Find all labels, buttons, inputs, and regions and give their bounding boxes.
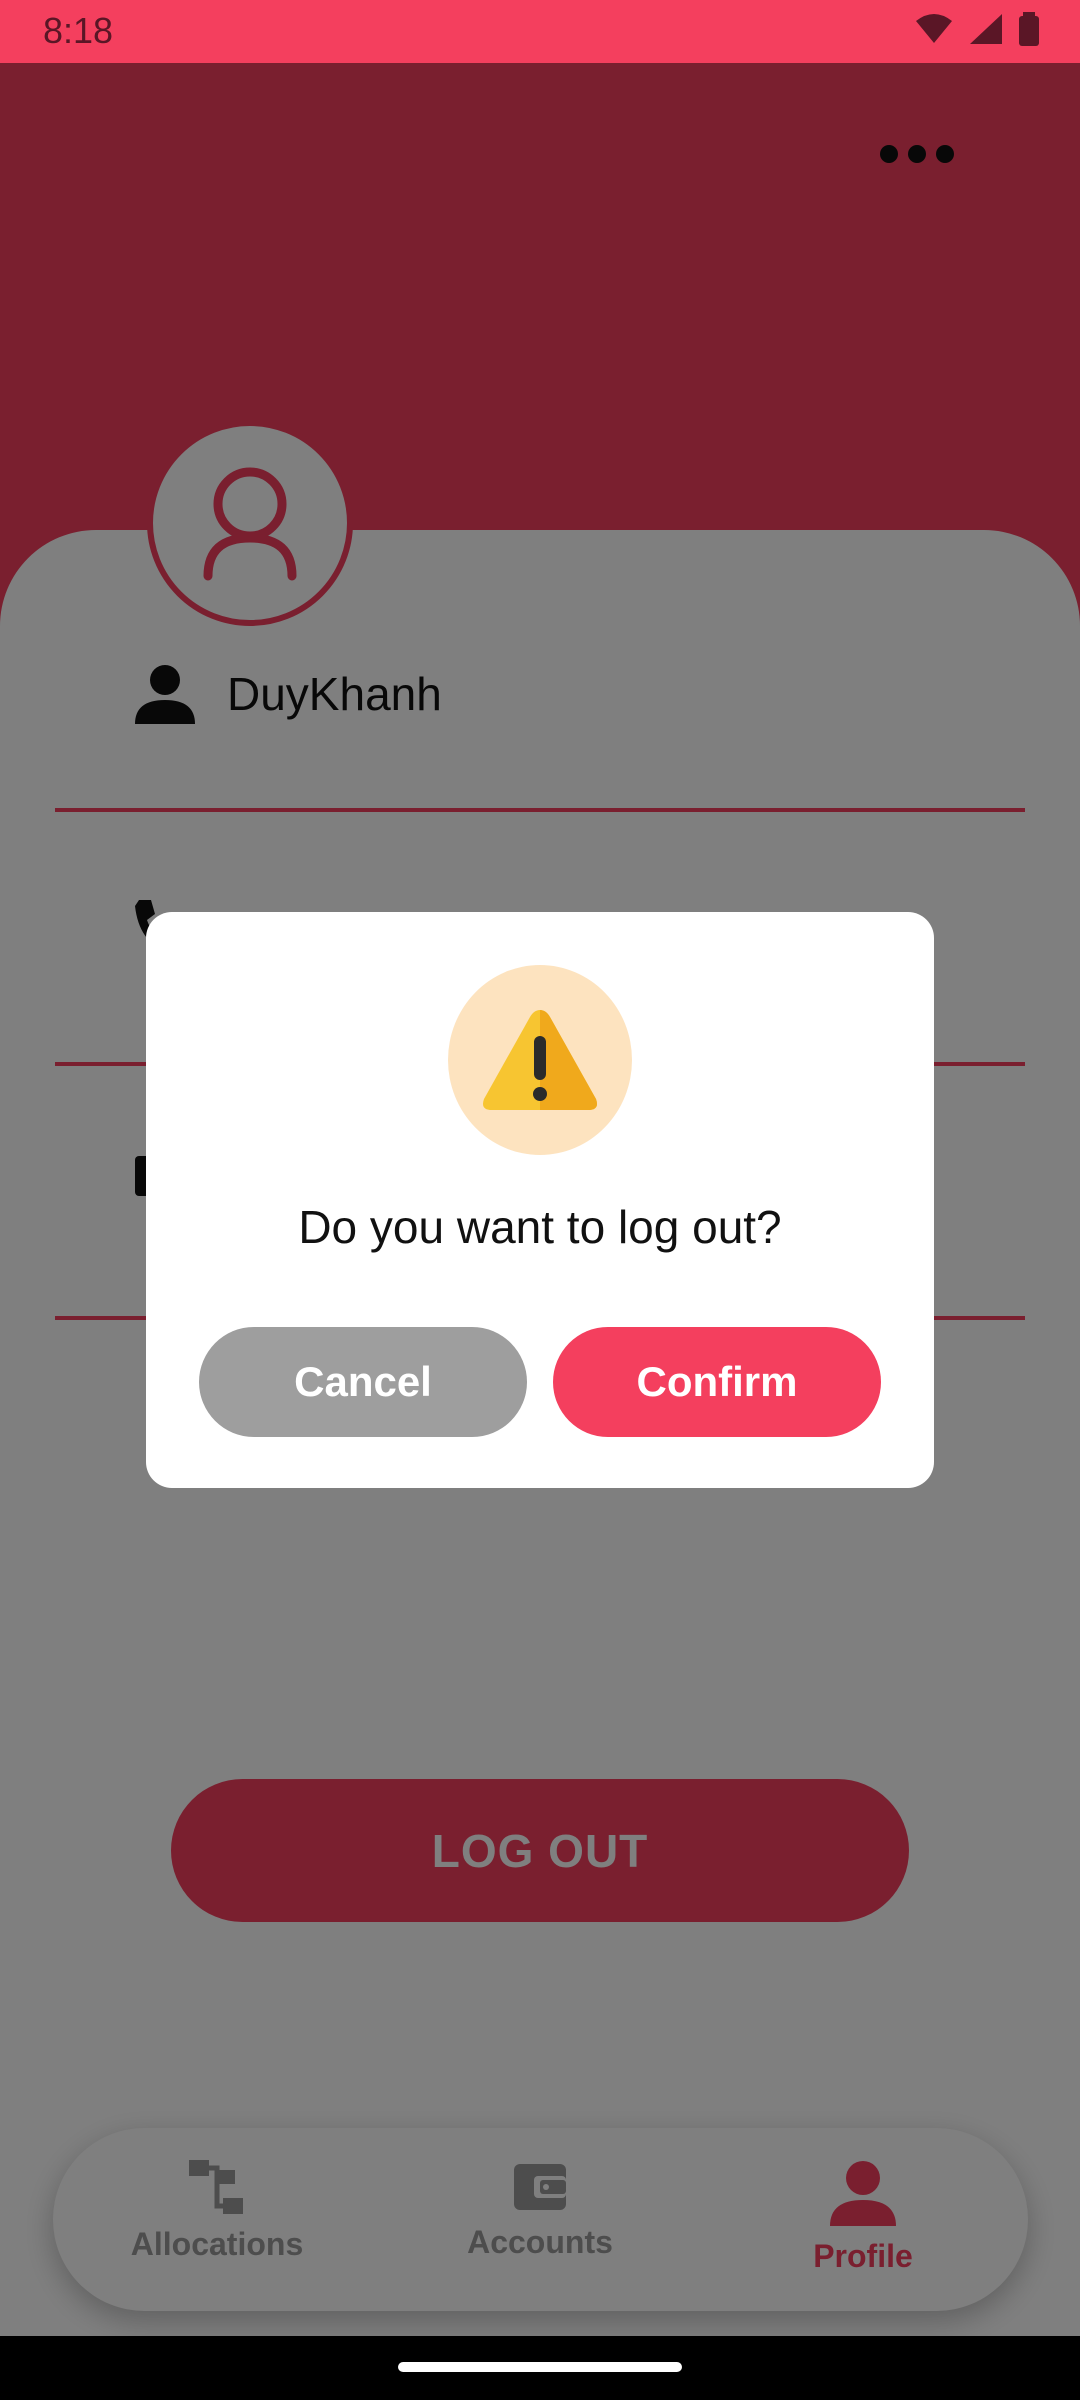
logout-dialog: Do you want to log out? Cancel Confirm (146, 912, 934, 1488)
dialog-question: Do you want to log out? (298, 1201, 782, 1253)
status-time: 8:18 (43, 10, 114, 51)
warning-badge (448, 965, 632, 1155)
signal-icon (970, 14, 1002, 44)
home-gesture-handle[interactable] (398, 2362, 682, 2372)
confirm-button[interactable]: Confirm (553, 1327, 881, 1437)
battery-icon (1019, 12, 1039, 46)
wifi-icon (916, 14, 952, 43)
status-icons (914, 12, 1040, 46)
cancel-button[interactable]: Cancel (199, 1327, 527, 1437)
cancel-label: Cancel (294, 1358, 432, 1405)
confirm-label: Confirm (636, 1358, 798, 1405)
warning-icon (483, 1010, 597, 1110)
status-bar: 8:18 (0, 0, 1080, 63)
